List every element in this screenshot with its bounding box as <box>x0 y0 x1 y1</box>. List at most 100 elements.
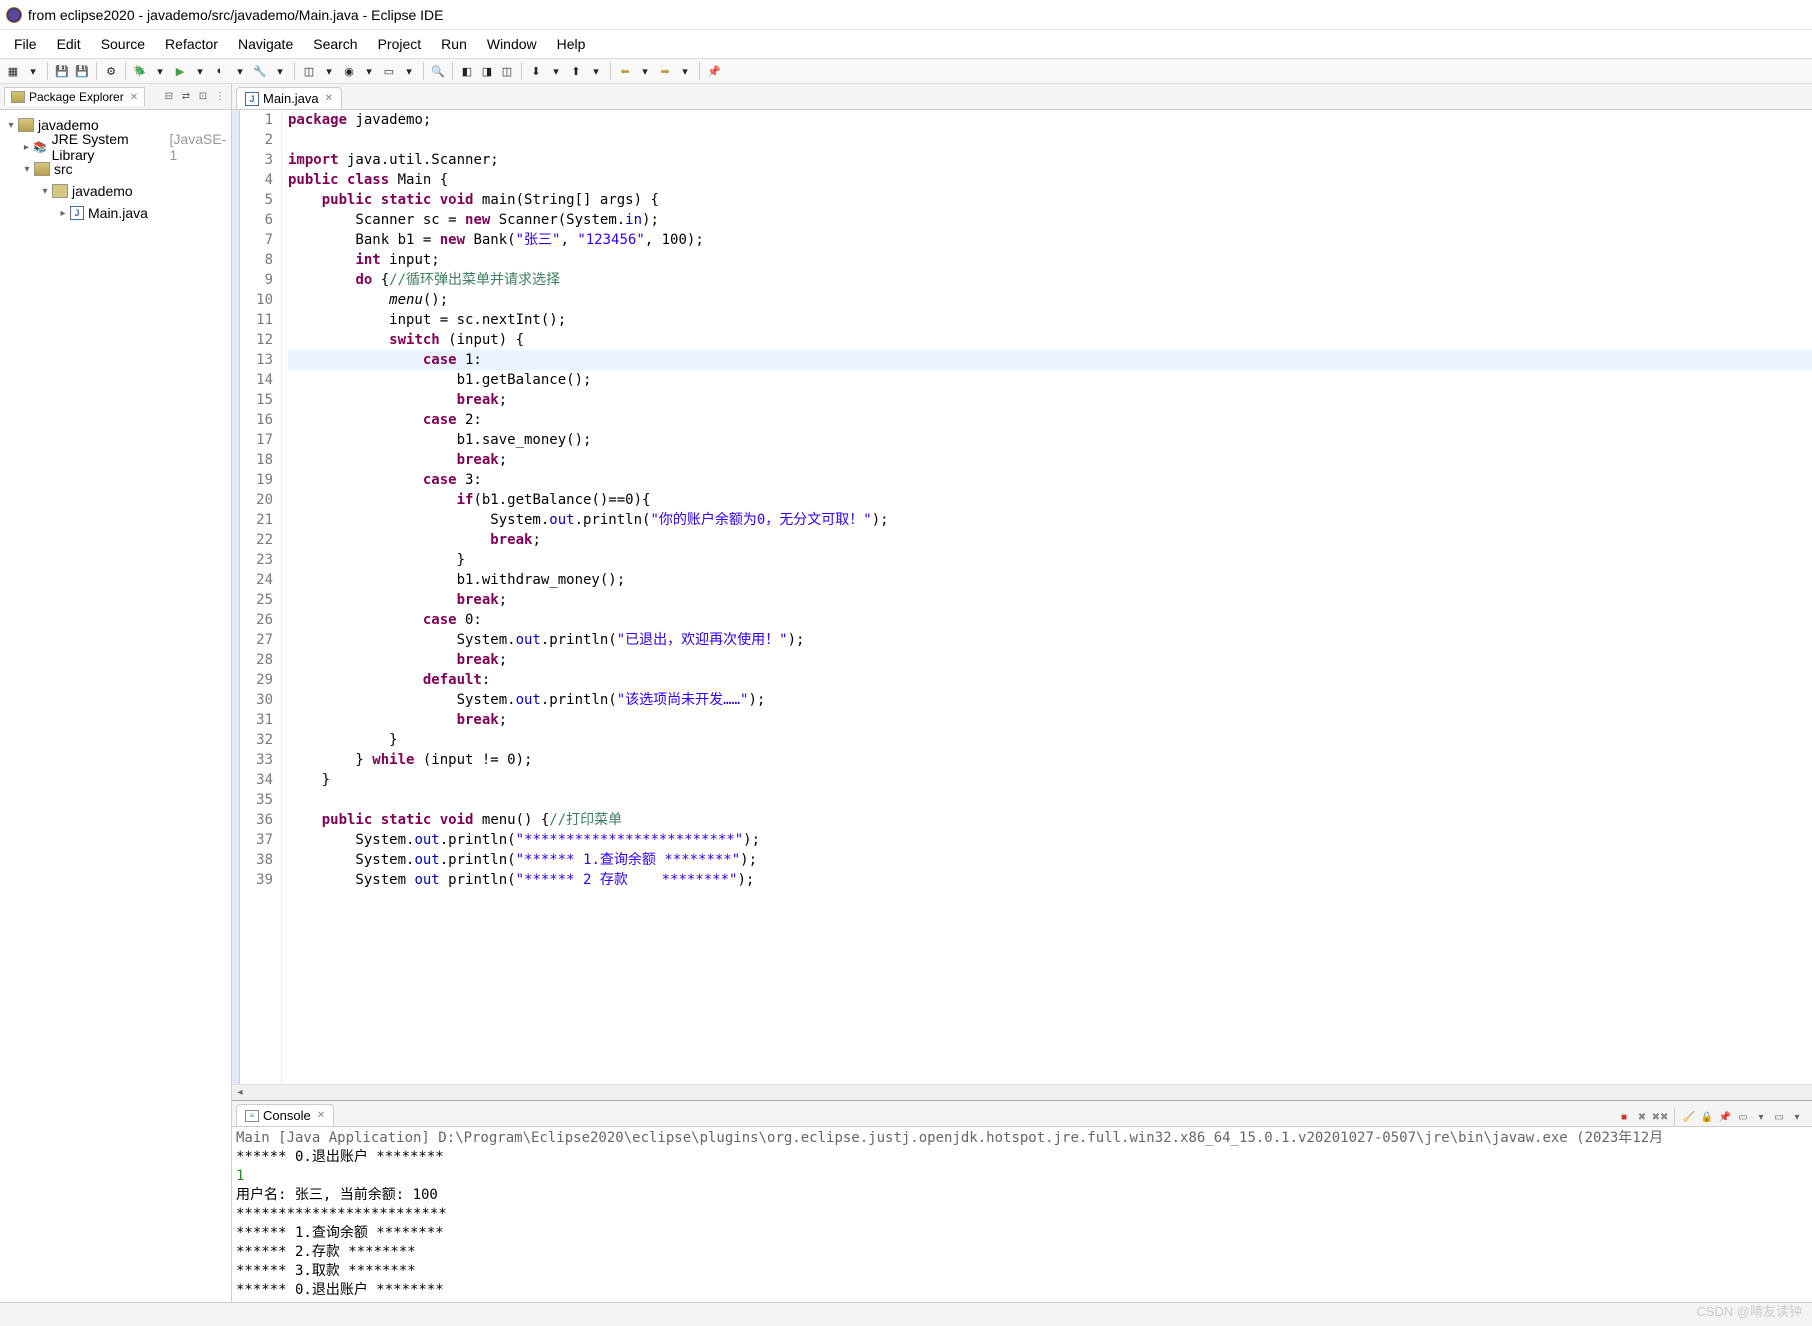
code-line[interactable]: public class Main { <box>288 170 1812 190</box>
menu-project[interactable]: Project <box>368 32 432 56</box>
horizontal-scrollbar[interactable]: ◂ <box>232 1084 1812 1100</box>
code-line[interactable]: if(b1.getBalance()==0){ <box>288 490 1812 510</box>
display-console-icon[interactable]: ▭ <box>1736 1110 1750 1124</box>
menu-refactor[interactable]: Refactor <box>155 32 228 56</box>
console-output[interactable]: Main [Java Application] D:\Program\Eclip… <box>232 1127 1812 1302</box>
close-icon[interactable]: ✕ <box>130 92 138 103</box>
dropdown-icon[interactable]: ▾ <box>547 62 565 80</box>
debug-icon[interactable]: 🪲 <box>131 62 149 80</box>
toggle-icon[interactable]: ◨ <box>478 62 496 80</box>
dropdown-icon[interactable]: ▾ <box>151 62 169 80</box>
terminate-icon[interactable]: ■ <box>1617 1110 1631 1124</box>
package-explorer-tab[interactable]: Package Explorer ✕ <box>4 87 145 106</box>
focus-icon[interactable]: ⊡ <box>196 90 210 104</box>
code-line[interactable]: } <box>288 730 1812 750</box>
dropdown-icon[interactable]: ▾ <box>191 62 209 80</box>
expand-icon[interactable]: ▾ <box>38 186 52 197</box>
expand-icon[interactable]: ▸ <box>20 142 33 153</box>
dropdown-icon[interactable]: ▾ <box>587 62 605 80</box>
code-line[interactable]: } <box>288 550 1812 570</box>
ext-tools-icon[interactable]: 🔧 <box>251 62 269 80</box>
code-line[interactable]: } while (input != 0); <box>288 750 1812 770</box>
link-icon[interactable]: ⇄ <box>179 90 193 104</box>
dropdown-icon[interactable]: ▾ <box>1790 1110 1804 1124</box>
menu-help[interactable]: Help <box>547 32 596 56</box>
code-line[interactable]: b1.getBalance(); <box>288 370 1812 390</box>
code-line[interactable]: input = sc.nextInt(); <box>288 310 1812 330</box>
code-line[interactable]: break; <box>288 450 1812 470</box>
dropdown-icon[interactable]: ▾ <box>271 62 289 80</box>
new-class-icon[interactable]: ◉ <box>340 62 358 80</box>
close-icon[interactable]: ✕ <box>317 1110 325 1121</box>
code-line[interactable]: Bank b1 = new Bank("张三", "123456", 100); <box>288 230 1812 250</box>
next-annotation-icon[interactable]: ⬇ <box>527 62 545 80</box>
code-line[interactable] <box>288 790 1812 810</box>
code-line[interactable]: public static void main(String[] args) { <box>288 190 1812 210</box>
remove-launch-icon[interactable]: ✖ <box>1635 1110 1649 1124</box>
code-line[interactable]: System.out.println("********************… <box>288 830 1812 850</box>
tree-package[interactable]: ▾ javademo <box>2 180 229 202</box>
code-line[interactable]: menu(); <box>288 290 1812 310</box>
pin-icon[interactable]: 📌 <box>705 62 723 80</box>
code-line[interactable]: System.out.println("你的账户余额为0，无分文可取！"); <box>288 510 1812 530</box>
pin-console-icon[interactable]: 📌 <box>1718 1110 1732 1124</box>
new-package-icon[interactable]: ◫ <box>300 62 318 80</box>
scroll-lock-icon[interactable]: 🔒 <box>1700 1110 1714 1124</box>
code-line[interactable]: public static void menu() {//打印菜单 <box>288 810 1812 830</box>
code-line[interactable]: break; <box>288 530 1812 550</box>
code-line[interactable]: case 1: <box>288 350 1812 370</box>
forward-icon[interactable]: ➡ <box>656 62 674 80</box>
menu-navigate[interactable]: Navigate <box>228 32 303 56</box>
console-tab[interactable]: ≡ Console ✕ <box>236 1104 334 1126</box>
close-icon[interactable]: ✕ <box>325 93 333 104</box>
toggle-icon[interactable]: ◫ <box>498 62 516 80</box>
code-line[interactable]: import java.util.Scanner; <box>288 150 1812 170</box>
remove-all-icon[interactable]: ✖✖ <box>1653 1110 1667 1124</box>
new-folder-icon[interactable]: ▭ <box>380 62 398 80</box>
menu-search[interactable]: Search <box>303 32 367 56</box>
dropdown-icon[interactable]: ▾ <box>231 62 249 80</box>
expand-icon[interactable]: ▾ <box>20 164 34 175</box>
code-line[interactable]: break; <box>288 650 1812 670</box>
open-console-icon[interactable]: ▭ <box>1772 1110 1786 1124</box>
code-line[interactable]: break; <box>288 710 1812 730</box>
dropdown-icon[interactable]: ▾ <box>636 62 654 80</box>
code-line[interactable]: package javademo; <box>288 110 1812 130</box>
code-line[interactable]: default: <box>288 670 1812 690</box>
code-line[interactable]: case 3: <box>288 470 1812 490</box>
tree-library[interactable]: ▸ 📚 JRE System Library [JavaSE-1 <box>2 136 229 158</box>
code-line[interactable]: break; <box>288 590 1812 610</box>
code-line[interactable] <box>288 130 1812 150</box>
dropdown-icon[interactable]: ▾ <box>360 62 378 80</box>
code-line[interactable]: do {//循环弹出菜单并请求选择 <box>288 270 1812 290</box>
code-line[interactable]: System out println("****** 2 存款 ********… <box>288 870 1812 890</box>
expand-icon[interactable]: ▸ <box>56 208 70 219</box>
menu-run[interactable]: Run <box>431 32 477 56</box>
code-line[interactable]: int input; <box>288 250 1812 270</box>
dropdown-icon[interactable]: ▾ <box>676 62 694 80</box>
code-line[interactable]: System.out.println("该选项尚未开发……"); <box>288 690 1812 710</box>
menu-source[interactable]: Source <box>91 32 155 56</box>
coverage-icon[interactable]: ◐ <box>211 62 229 80</box>
code-line[interactable]: case 0: <box>288 610 1812 630</box>
code-line[interactable]: break; <box>288 390 1812 410</box>
collapse-icon[interactable]: ⊟ <box>162 90 176 104</box>
menu-window[interactable]: Window <box>477 32 547 56</box>
code-line[interactable]: b1.withdraw_money(); <box>288 570 1812 590</box>
code-area[interactable]: package javademo; import java.util.Scann… <box>282 110 1812 1084</box>
code-line[interactable]: } <box>288 770 1812 790</box>
code-line[interactable]: System.out.println("已退出，欢迎再次使用！"); <box>288 630 1812 650</box>
scroll-track[interactable] <box>248 1087 1812 1099</box>
search-icon[interactable]: 🔍 <box>429 62 447 80</box>
code-line[interactable]: System.out.println("****** 1.查询余额 ******… <box>288 850 1812 870</box>
code-editor[interactable]: 1234567891011121314151617181920212223242… <box>232 110 1812 1084</box>
run-icon[interactable]: ▶ <box>171 62 189 80</box>
dropdown-icon[interactable]: ▾ <box>320 62 338 80</box>
project-tree[interactable]: ▾ javademo ▸ 📚 JRE System Library [JavaS… <box>0 110 231 1302</box>
back-icon[interactable]: ⬅ <box>616 62 634 80</box>
view-menu-icon[interactable]: ⋮ <box>213 90 227 104</box>
editor-tab-main[interactable]: J Main.java ✕ <box>236 87 342 109</box>
save-all-icon[interactable]: 💾 <box>73 62 91 80</box>
dropdown-icon[interactable]: ▾ <box>24 62 42 80</box>
dropdown-icon[interactable]: ▾ <box>1754 1110 1768 1124</box>
